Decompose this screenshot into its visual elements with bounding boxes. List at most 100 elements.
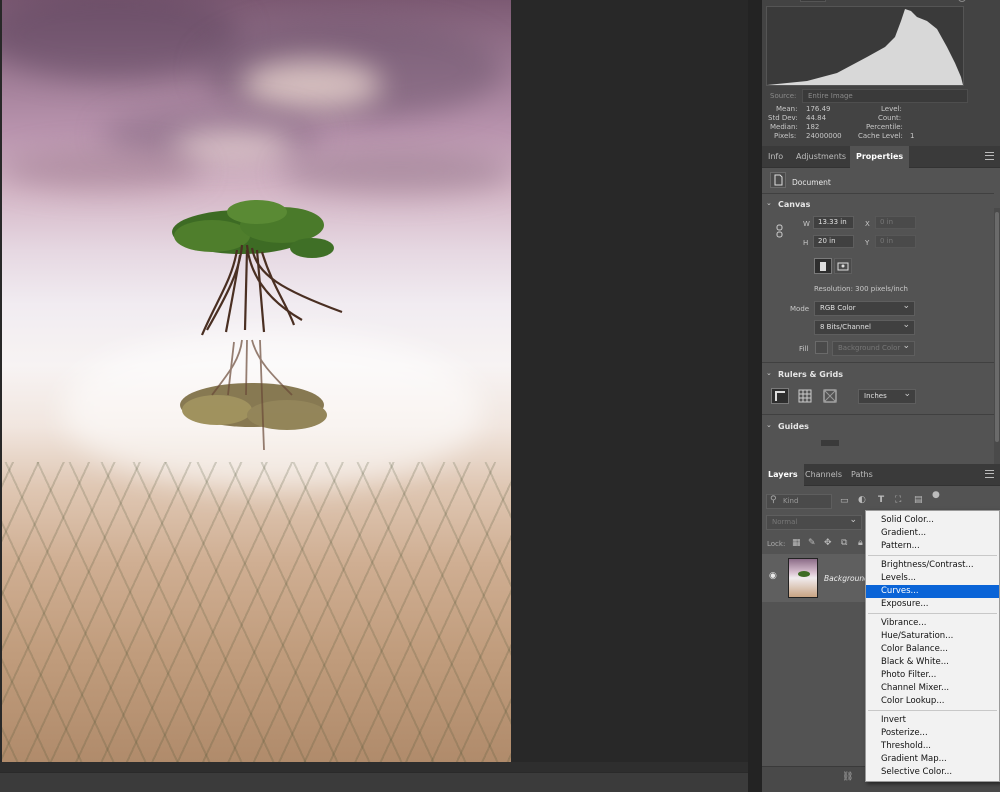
grid-icon[interactable] — [798, 389, 812, 403]
filter-shape-icon[interactable]: ⛶ — [895, 495, 901, 505]
canvas-section-title: Canvas — [778, 200, 811, 209]
horizontal-scrollbar[interactable] — [0, 762, 748, 772]
height-field[interactable]: 20 in — [813, 235, 854, 248]
menu-item-levels[interactable]: Levels... — [866, 572, 999, 585]
new-adjustment-layer-menu: Solid Color... Gradient... Pattern... Brigh… — [865, 510, 1000, 782]
menu-item-color-lookup[interactable]: Color Lookup... — [866, 695, 999, 708]
menu-item-curves[interactable]: Curves... — [866, 585, 999, 598]
layers-tabbar: Layers Channels Paths — [762, 464, 1000, 486]
menu-separator — [868, 710, 997, 711]
properties-panel: Document ⌄ Canvas W 13.33 in X 0 in H 20… — [762, 168, 1000, 464]
x-label: X — [865, 220, 870, 228]
blend-mode-dropdown[interactable]: Normal — [766, 514, 862, 530]
layer-name[interactable]: Background — [824, 574, 869, 583]
menu-item-invert[interactable]: Invert — [866, 714, 999, 727]
fill-dropdown[interactable]: Background Color — [832, 340, 915, 356]
histogram-curve — [767, 9, 963, 85]
properties-panel-menu-icon[interactable] — [985, 152, 994, 160]
lock-transparent-icon[interactable]: ▦ — [792, 538, 801, 548]
histogram-graph — [766, 6, 964, 86]
lock-all-icon[interactable]: 🔒︎ — [858, 538, 863, 548]
menu-item-vibrance[interactable]: Vibrance... — [866, 617, 999, 630]
lock-image-icon[interactable]: ✎ — [808, 538, 816, 548]
properties-scrollbar[interactable] — [994, 208, 1000, 464]
pixel-grid-icon[interactable] — [823, 389, 837, 403]
tab-adjustments[interactable]: Adjustments — [790, 146, 852, 168]
y-label: Y — [865, 239, 870, 247]
menu-item-selective-color[interactable]: Selective Color... — [866, 766, 999, 779]
link-dimensions-icon[interactable] — [776, 224, 784, 238]
link-layers-icon[interactable]: ⛓ — [842, 772, 853, 782]
portrait-orientation-icon[interactable] — [814, 258, 832, 274]
source-label: Source: — [770, 92, 797, 100]
source-dropdown[interactable]: Entire Image — [802, 89, 968, 103]
kind-label: Kind — [783, 497, 799, 505]
cache-level-label: Cache Level: — [858, 132, 903, 140]
y-field[interactable]: 0 in — [875, 235, 916, 248]
tab-info[interactable]: Info — [762, 146, 789, 168]
rulers-collapse-icon[interactable]: ⌄ — [766, 369, 772, 377]
menu-item-brightness-contrast[interactable]: Brightness/Contrast... — [866, 559, 999, 572]
pixels-label: Pixels: — [774, 132, 797, 140]
ruler-units-dropdown[interactable]: Inches — [858, 388, 916, 404]
channel-dropdown[interactable] — [800, 0, 826, 2]
layer-thumbnail — [788, 558, 818, 598]
landscape-orientation-icon[interactable] — [834, 258, 852, 274]
filter-adjustment-icon[interactable]: ◐ — [858, 495, 866, 505]
tab-channels[interactable]: Channels — [799, 464, 848, 486]
tab-layers[interactable]: Layers — [762, 464, 804, 486]
menu-item-channel-mixer[interactable]: Channel Mixer... — [866, 682, 999, 695]
menu-separator — [868, 613, 997, 614]
bit-depth-dropdown[interactable]: 8 Bits/Channel — [814, 319, 915, 335]
layers-panel-menu-icon[interactable] — [985, 470, 994, 478]
filter-pixel-icon[interactable]: ▭ — [840, 496, 849, 506]
menu-item-hue-saturation[interactable]: Hue/Saturation... — [866, 630, 999, 643]
width-field[interactable]: 13.33 in — [813, 216, 854, 229]
width-label: W — [803, 220, 810, 228]
x-field[interactable]: 0 in — [875, 216, 916, 229]
fill-swatch[interactable] — [815, 341, 828, 354]
status-bar — [0, 772, 762, 792]
color-mode-dropdown[interactable]: RGB Color — [814, 300, 915, 316]
lock-artboard-icon[interactable]: ⧉ — [841, 538, 847, 548]
height-label: H — [803, 239, 809, 247]
canvas-image[interactable] — [2, 0, 511, 762]
lock-position-icon[interactable]: ✥ — [824, 538, 832, 548]
visibility-eye-icon[interactable]: ◉ — [769, 571, 777, 581]
median-label: Median: — [770, 123, 798, 131]
level-label: Level: — [881, 105, 902, 113]
menu-item-posterize[interactable]: Posterize... — [866, 727, 999, 740]
panel-dock-gutter — [748, 0, 762, 792]
guides-collapse-icon[interactable]: ⌄ — [766, 421, 772, 429]
menu-item-color-balance[interactable]: Color Balance... — [866, 643, 999, 656]
mangrove-tree-graphic — [172, 200, 343, 451]
filter-toggle-icon[interactable]: ● — [932, 490, 940, 500]
percentile-label: Percentile: — [866, 123, 903, 131]
mode-label: Mode — [790, 305, 810, 313]
menu-item-gradient[interactable]: Gradient... — [866, 527, 999, 540]
menu-item-photo-filter[interactable]: Photo Filter... — [866, 669, 999, 682]
menu-item-threshold[interactable]: Threshold... — [866, 740, 999, 753]
filter-type-icon[interactable]: T — [878, 495, 884, 505]
properties-tabbar: Info Adjustments Properties — [762, 146, 1000, 168]
canvas-collapse-icon[interactable]: ⌄ — [766, 199, 772, 207]
ruler-toggle-icon[interactable] — [771, 388, 789, 404]
filter-smart-object-icon[interactable]: ▤ — [914, 495, 923, 505]
resolution-label: Resolution: 300 pixels/inch — [814, 285, 908, 293]
fill-label: Fill — [799, 345, 809, 353]
guides-control[interactable] — [821, 440, 839, 446]
document-workspace[interactable] — [0, 0, 748, 772]
menu-item-pattern[interactable]: Pattern... — [866, 540, 999, 553]
menu-separator — [868, 555, 997, 556]
refresh-icon[interactable] — [958, 0, 966, 2]
menu-item-solid-color[interactable]: Solid Color... — [866, 514, 999, 527]
menu-item-gradient-map[interactable]: Gradient Map... — [866, 753, 999, 766]
tab-paths[interactable]: Paths — [845, 464, 879, 486]
median-value: 182 — [806, 123, 820, 131]
stddev-value: 44.84 — [806, 114, 827, 122]
filter-kind-dropdown[interactable]: ⚲ Kind — [766, 494, 832, 509]
tab-properties[interactable]: Properties — [850, 146, 910, 168]
mean-label: Mean: — [776, 105, 798, 113]
menu-item-black-white[interactable]: Black & White... — [866, 656, 999, 669]
menu-item-exposure[interactable]: Exposure... — [866, 598, 999, 611]
